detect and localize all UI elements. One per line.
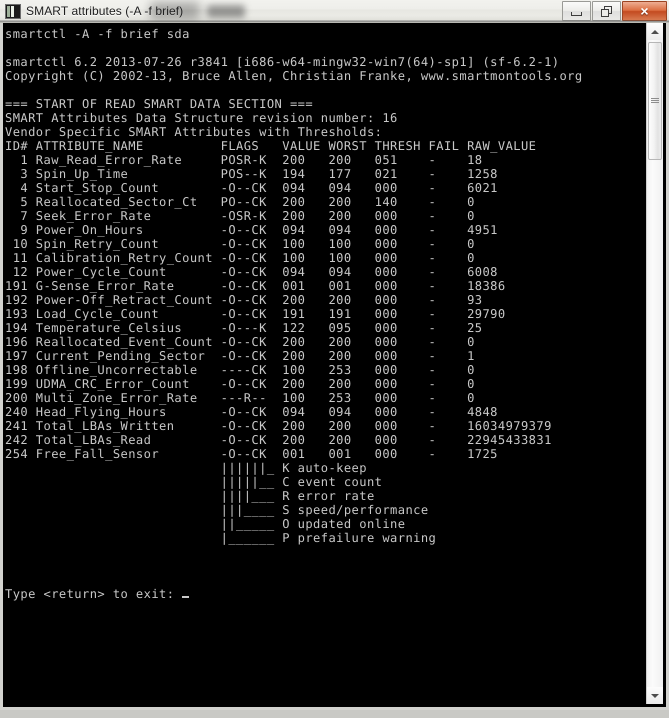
scroll-thumb-grip <box>651 98 659 104</box>
scroll-thumb[interactable] <box>648 42 662 160</box>
terminal-text: smartctl -A -f brief sda smartctl 6.2 20… <box>5 27 583 601</box>
scroll-up-arrow[interactable] <box>647 23 663 40</box>
restore-button[interactable] <box>592 1 621 21</box>
console-frame: smartctl -A -f brief sda smartctl 6.2 20… <box>0 23 669 710</box>
close-icon: × <box>640 3 649 19</box>
terminal-output-area[interactable]: smartctl -A -f brief sda smartctl 6.2 20… <box>3 23 628 704</box>
close-button[interactable]: × <box>622 1 667 21</box>
terminal-cursor <box>182 596 190 598</box>
window-controls: × <box>561 1 667 21</box>
console-window: SMART attributes (-A -f brief) × smartct… <box>0 0 669 710</box>
restore-icon <box>601 5 612 17</box>
minimize-button[interactable] <box>562 1 591 21</box>
vertical-scrollbar[interactable] <box>646 23 663 704</box>
desktop-background: SMART attributes (-A -f brief) × smartct… <box>0 0 669 718</box>
title-artifact-blur <box>207 5 245 18</box>
minimize-icon <box>571 11 582 16</box>
window-title: SMART attributes (-A -f brief) <box>26 4 184 18</box>
console-icon <box>5 3 21 19</box>
window-titlebar[interactable]: SMART attributes (-A -f brief) × <box>0 0 669 23</box>
